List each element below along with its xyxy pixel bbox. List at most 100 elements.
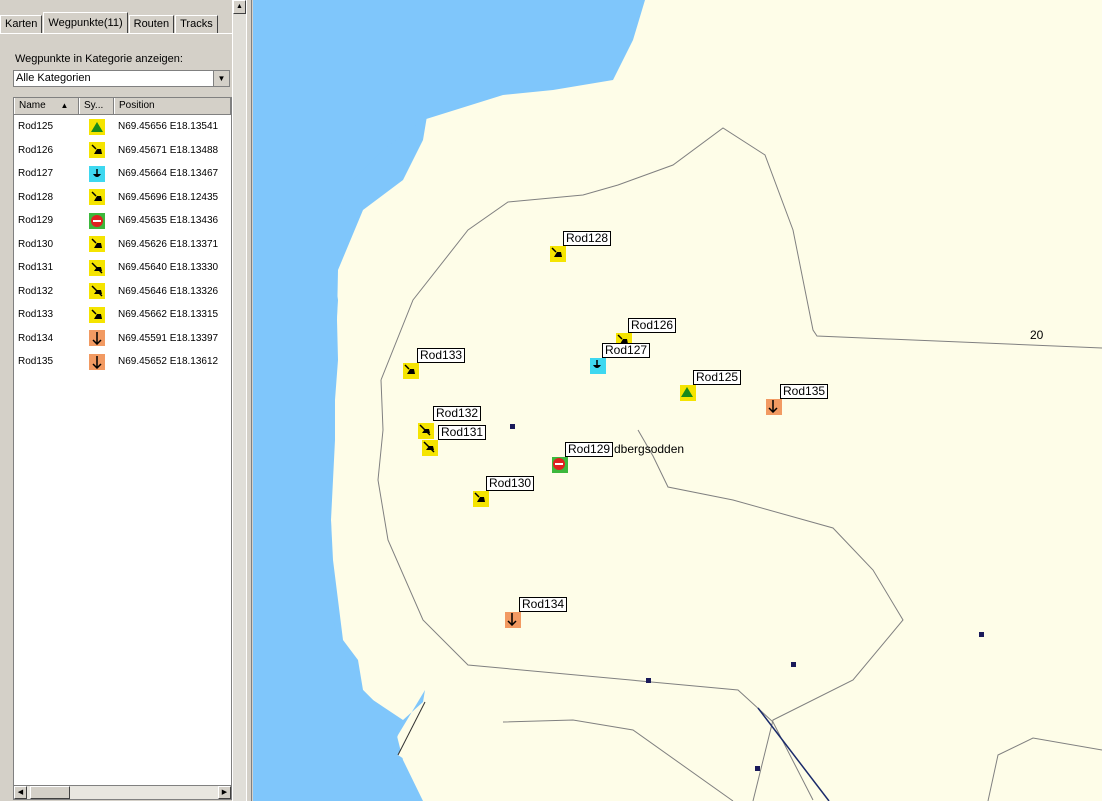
list-item[interactable]: Rod129 N69.45635 E18.13436: [14, 209, 231, 233]
category-select-value: Alle Kategorien: [16, 72, 91, 84]
list-item[interactable]: Rod125 N69.45656 E18.13541: [14, 115, 231, 139]
waypoint-marker-rod135[interactable]: Rod135: [766, 384, 829, 415]
waypoint-marker-rod133[interactable]: Rod133: [403, 348, 466, 379]
vertical-scrollbar[interactable]: ▲: [232, 0, 246, 801]
dog-icon: [550, 246, 566, 262]
waypoint-marker-rod130[interactable]: Rod130: [473, 476, 535, 507]
waypoint-symbol: [79, 283, 114, 300]
waypoint-name: Rod131: [18, 262, 54, 274]
drinking-water-icon: [88, 165, 105, 182]
waypoint-symbol: [79, 236, 114, 253]
waypoint-label: Rod128: [563, 231, 612, 246]
waypoint-symbol: [79, 330, 114, 347]
waypoint-position: N69.45591 E18.13397: [118, 332, 219, 344]
waypoint-symbol: [79, 306, 114, 323]
column-header-name-label: Name: [19, 100, 46, 111]
waypoint-name: Rod132: [18, 285, 54, 297]
list-item[interactable]: Rod126 N69.45671 E18.13488: [14, 139, 231, 163]
waypoint-name: Rod127: [18, 168, 54, 180]
dog-icon: [403, 363, 419, 379]
no-dogs-icon: [88, 283, 105, 300]
waypoint-marker-rod129[interactable]: Rod129: [552, 442, 614, 473]
sort-ascending-icon: ▲: [60, 101, 69, 110]
waypoint-label: Rod129: [565, 442, 614, 457]
waypoint-marker-rod125[interactable]: Rod125: [680, 370, 742, 401]
park-icon: [680, 385, 696, 401]
dog-icon: [88, 236, 105, 253]
place-name: dbergsodden: [614, 442, 685, 456]
waypoint-marker-rod131[interactable]: Rod131: [422, 425, 487, 456]
list-item[interactable]: Rod134 N69.45591 E18.13397: [14, 327, 231, 351]
waypoint-symbol: [79, 118, 114, 135]
tab-routen[interactable]: Routen: [128, 15, 175, 33]
waypoint-position: N69.45626 E18.13371: [118, 238, 219, 250]
map-canvas: [253, 0, 1102, 801]
waypoint-position: N69.45656 E18.13541: [118, 121, 219, 133]
anchor-icon: [88, 330, 105, 347]
waypoint-position: N69.45662 E18.13315: [118, 309, 219, 321]
tab-bar: Karten Wegpunkte(11) Routen Tracks: [0, 12, 219, 33]
waypoint-position: N69.45696 E18.12435: [118, 191, 219, 203]
tab-wegpunkte[interactable]: Wegpunkte(11): [43, 12, 128, 33]
dog-icon: [88, 306, 105, 323]
waypoint-label: Rod135: [780, 384, 829, 399]
waypoint-symbol: [79, 165, 114, 182]
tab-karten[interactable]: Karten: [0, 15, 43, 33]
list-item[interactable]: Rod135 N69.45652 E18.13612: [14, 350, 231, 374]
waypoint-marker-rod128[interactable]: Rod128: [550, 231, 612, 262]
tab-content: Wegpunkte in Kategorie anzeigen: Alle Ka…: [0, 33, 244, 801]
waypoint-label: Rod131: [438, 425, 487, 440]
tab-tracks[interactable]: Tracks: [175, 15, 218, 33]
waypoint-marker-rod127[interactable]: Rod127: [590, 343, 651, 374]
waypoint-name: Rod128: [18, 191, 54, 203]
waypoint-marker-rod134[interactable]: Rod134: [505, 597, 568, 628]
waypoint-name: Rod133: [18, 309, 54, 321]
waypoint-marker-rod132[interactable]: Rod132: [418, 406, 482, 439]
waypoint-position: N69.45635 E18.13436: [118, 215, 219, 227]
panel-splitter[interactable]: [246, 0, 252, 801]
category-label: Wegpunkte in Kategorie anzeigen:: [15, 53, 183, 65]
waypoint-list[interactable]: Name ▲ Sy... Position Rod125 N69.45656 E…: [13, 97, 232, 800]
category-select[interactable]: Alle Kategorien ▼: [13, 70, 230, 87]
waypoint-name: Rod135: [18, 356, 54, 368]
scrollbar-thumb[interactable]: [30, 786, 70, 799]
column-header-name[interactable]: Name ▲: [14, 98, 79, 114]
scroll-left-icon[interactable]: ◀: [14, 786, 27, 799]
waypoint-name: Rod125: [18, 121, 54, 133]
map-marker-square: [510, 424, 515, 429]
list-item[interactable]: Rod127 N69.45664 E18.13467: [14, 162, 231, 186]
column-header-symbol[interactable]: Sy...: [79, 98, 114, 114]
horizontal-scrollbar[interactable]: ◀ ▶: [13, 785, 232, 800]
waypoint-panel: Karten Wegpunkte(11) Routen Tracks Wegpu…: [0, 0, 246, 801]
map-view[interactable]: dbergsodden 20 Rod125 Rod126 Rod127 Rod128 R…: [253, 0, 1102, 801]
waypoint-position: N69.45640 E18.13330: [118, 262, 219, 274]
column-header-position[interactable]: Position: [114, 98, 231, 114]
waypoint-label: Rod132: [433, 406, 482, 421]
park-icon: [88, 118, 105, 135]
waypoint-label: Rod126: [628, 318, 677, 333]
list-header: Name ▲ Sy... Position: [14, 98, 231, 115]
waypoint-symbol: [79, 142, 114, 159]
dog-icon: [88, 189, 105, 206]
map-marker-square: [755, 766, 760, 771]
map-marker-square: [791, 662, 796, 667]
waypoint-position: N69.45652 E18.13612: [118, 356, 219, 368]
list-item[interactable]: Rod130 N69.45626 E18.13371: [14, 233, 231, 257]
waypoint-symbol: [79, 212, 114, 229]
map-marker-square: [646, 678, 651, 683]
anchor-icon: [88, 353, 105, 370]
scroll-up-icon[interactable]: ▲: [233, 0, 246, 14]
no-dogs-icon: [422, 440, 438, 456]
waypoint-symbol: [79, 189, 114, 206]
list-item[interactable]: Rod133 N69.45662 E18.13315: [14, 303, 231, 327]
anchor-icon: [766, 399, 782, 415]
chevron-down-icon[interactable]: ▼: [213, 71, 229, 86]
list-item[interactable]: Rod131 N69.45640 E18.13330: [14, 256, 231, 280]
waypoint-label: Rod127: [602, 343, 651, 358]
no-entry-icon: [88, 212, 105, 229]
list-item[interactable]: Rod132 N69.45646 E18.13326: [14, 280, 231, 304]
scroll-right-icon[interactable]: ▶: [218, 786, 231, 799]
list-item[interactable]: Rod128 N69.45696 E18.12435: [14, 186, 231, 210]
map-marker-square: [979, 632, 984, 637]
waypoint-name: Rod134: [18, 332, 54, 344]
